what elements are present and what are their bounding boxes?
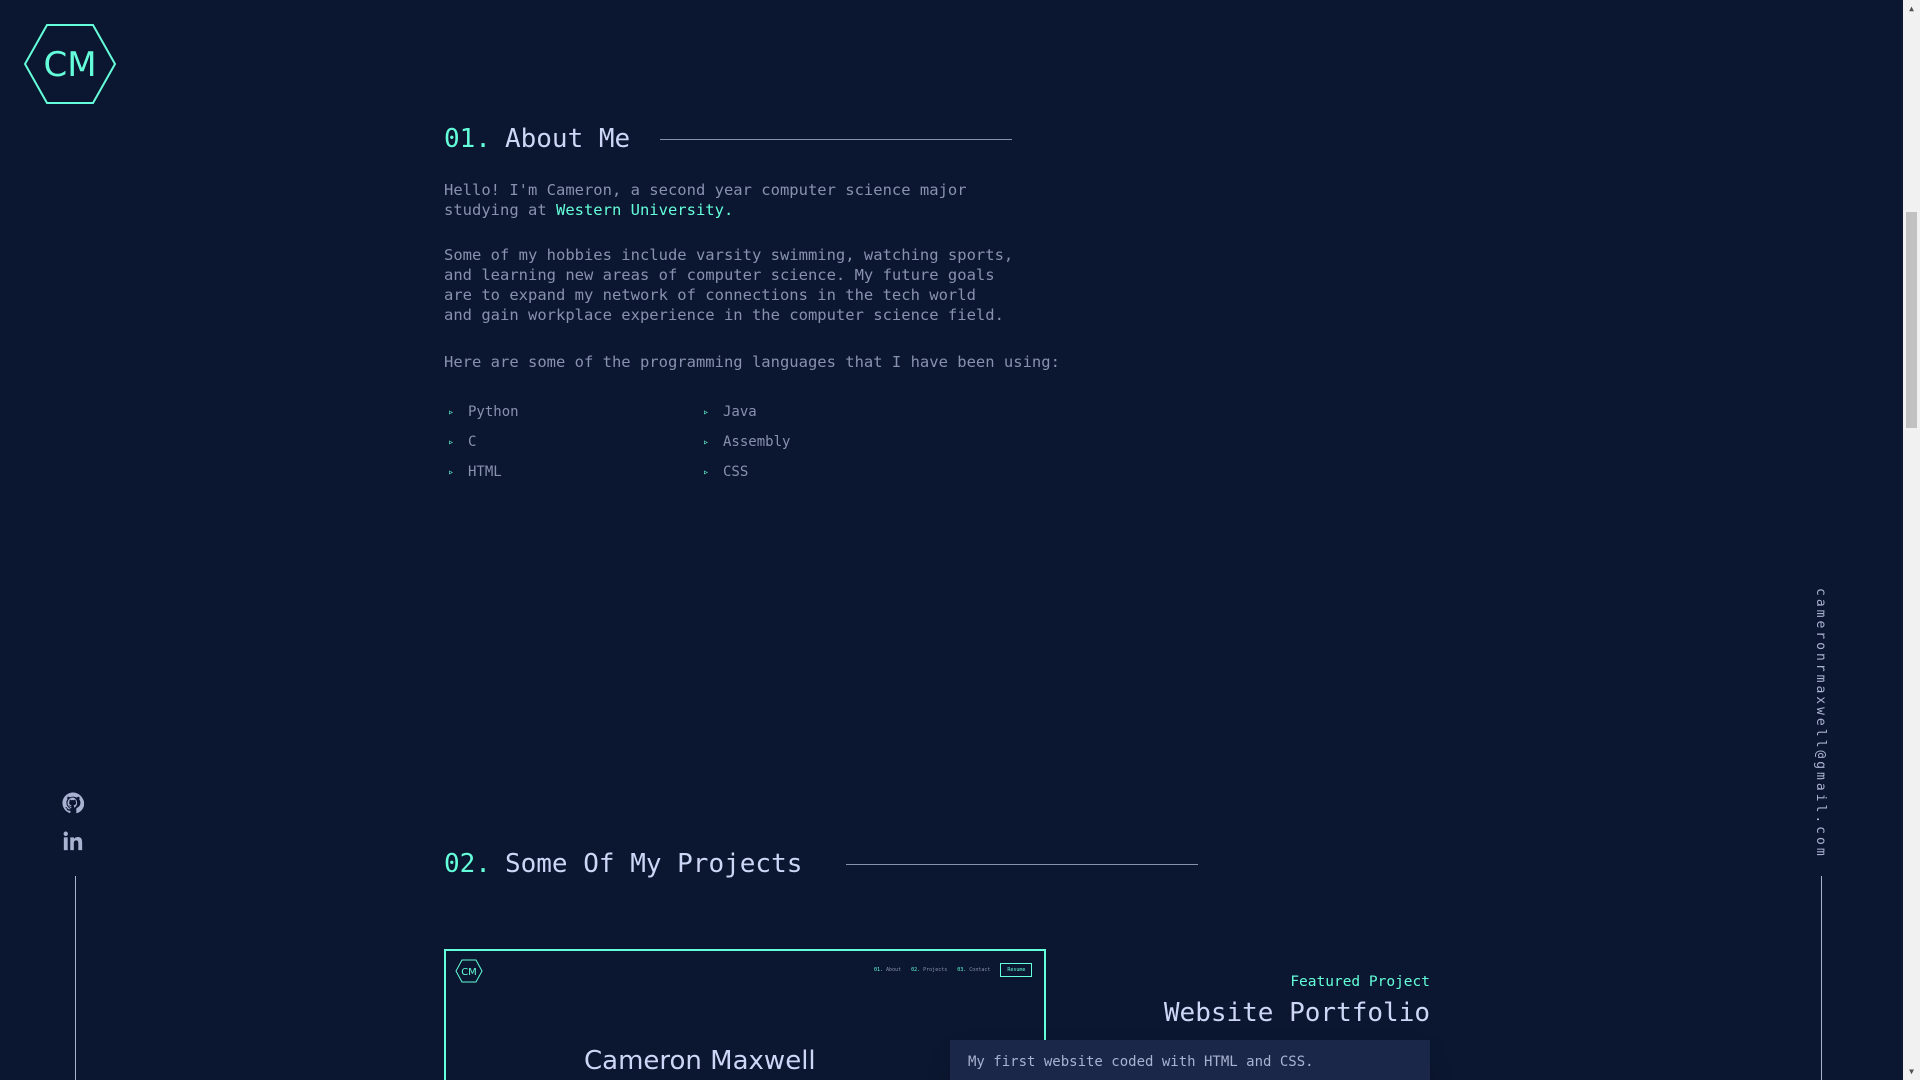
about-languages-intro: Here are some of the programming languag…	[444, 353, 1060, 371]
heading-divider	[846, 863, 1199, 865]
project-description-text: My first website coded with HTML and CSS…	[968, 1054, 1314, 1070]
scroll-thumb[interactable]	[1906, 212, 1917, 428]
mini-nav: 01. About 02. Projects 03. Contact Resum…	[874, 963, 1033, 977]
skill-item: ▹ HTML	[448, 464, 502, 480]
svg-text:CM: CM	[43, 45, 96, 85]
projects-number: 02.	[444, 849, 491, 879]
scroll-down-arrow-icon[interactable]: ▼	[1903, 1063, 1920, 1080]
skill-item: ▹ Python	[448, 404, 519, 420]
project-overline: Featured Project	[1290, 974, 1430, 990]
github-icon	[62, 792, 84, 814]
left-rail-line	[75, 876, 76, 1080]
about-intro: Hello! I'm Cameron, a second year comput…	[444, 180, 967, 220]
skill-item: ▹ Java	[703, 404, 757, 420]
university-link[interactable]: Western University.	[556, 201, 733, 219]
linkedin-icon	[63, 831, 83, 851]
about-intro-prefix: studying at	[444, 201, 556, 219]
triangle-bullet-icon: ▹	[703, 406, 710, 418]
triangle-bullet-icon: ▹	[448, 406, 455, 418]
project-title[interactable]: Website Portfolio	[1164, 998, 1430, 1028]
scrollbar[interactable]: ▲ ▼	[1903, 0, 1920, 1080]
mini-nav-item: 02. Projects	[911, 967, 948, 973]
triangle-bullet-icon: ▹	[448, 466, 455, 478]
skills-list: ▹ Python ▹ Java ▹ C ▹ Assembly ▹ HTML ▹ CSS	[448, 402, 848, 482]
triangle-bullet-icon: ▹	[448, 436, 455, 448]
projects-heading: 02. Some Of My Projects	[444, 849, 1199, 879]
hexagon-logo-icon: CM	[24, 24, 116, 104]
github-link[interactable]	[62, 792, 84, 814]
mini-hero-title: Cameron Maxwell	[584, 1046, 816, 1076]
mini-nav-item: 01. About	[874, 967, 902, 973]
about-heading: 01. About Me	[444, 124, 1013, 154]
social-links	[62, 792, 84, 852]
about-title: About Me	[504, 124, 631, 154]
right-rail-line	[1821, 876, 1822, 1080]
scroll-up-arrow-icon[interactable]: ▲	[1903, 0, 1920, 17]
about-number: 01.	[444, 124, 491, 154]
mini-nav-item: 03. Contact	[957, 967, 991, 973]
email-link[interactable]: cameronrmaxwell@gmail.com	[1813, 588, 1828, 859]
skill-item: ▹ C	[448, 434, 477, 450]
skill-item: ▹ CSS	[703, 464, 749, 480]
mini-resume-button: Resume	[1000, 963, 1033, 977]
skill-item: ▹ Assembly	[703, 434, 791, 450]
linkedin-link[interactable]	[62, 830, 84, 852]
svg-text:CM: CM	[461, 967, 477, 978]
email-rail: cameronrmaxwell@gmail.com	[1806, 588, 1834, 859]
triangle-bullet-icon: ▹	[703, 436, 710, 448]
triangle-bullet-icon: ▹	[703, 466, 710, 478]
project-description: My first website coded with HTML and CSS…	[950, 1040, 1430, 1080]
projects-title: Some Of My Projects	[504, 849, 803, 879]
about-hobbies: Some of my hobbies include varsity swimm…	[444, 246, 1014, 324]
logo[interactable]: CM	[24, 24, 116, 104]
mini-logo-icon: CM	[455, 959, 483, 983]
heading-divider	[660, 138, 1013, 140]
about-intro-line1: Hello! I'm Cameron, a second year comput…	[444, 181, 967, 199]
